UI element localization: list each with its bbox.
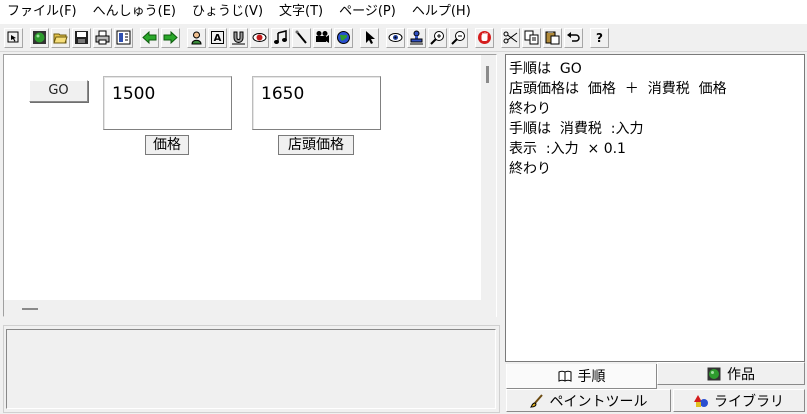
layout-button[interactable] bbox=[114, 27, 133, 48]
undo-button[interactable] bbox=[564, 27, 583, 48]
message-area[interactable] bbox=[6, 329, 496, 409]
tab-works[interactable]: 作品 bbox=[657, 362, 805, 385]
menu-file[interactable]: ファイル(F) bbox=[0, 0, 85, 24]
magnet-button[interactable] bbox=[229, 27, 248, 48]
tab-library[interactable]: ライブラリ bbox=[673, 389, 805, 412]
copy-button[interactable] bbox=[522, 27, 541, 48]
code-line: 表示 :入力 × 0.1 bbox=[509, 141, 626, 157]
works-icon bbox=[707, 367, 721, 380]
undo-icon bbox=[567, 32, 580, 42]
eye-button[interactable] bbox=[386, 27, 405, 48]
text-box-button[interactable]: A bbox=[208, 27, 227, 48]
tab-works-label: 作品 bbox=[727, 366, 755, 383]
save-button[interactable] bbox=[72, 27, 91, 48]
panel-splitter[interactable] bbox=[500, 54, 503, 414]
stamp-icon bbox=[410, 30, 423, 45]
store-price-value: 1650 bbox=[261, 84, 305, 104]
movie-button[interactable] bbox=[313, 27, 332, 48]
paste-icon bbox=[545, 31, 560, 45]
tab-paint-tool-label: ペイントツール bbox=[549, 393, 648, 410]
menu-view[interactable]: ひょうじ(V) bbox=[184, 0, 271, 24]
menu-bar: ファイル(F) へんしゅう(E) ひょうじ(V) 文字(T) ページ(P) ヘル… bbox=[0, 0, 807, 24]
select-arrow-icon bbox=[366, 31, 375, 44]
code-line: 店頭価格は 価格 ＋ 消費税 価格 bbox=[509, 81, 727, 97]
procedure-editor[interactable]: 手順は GO 店頭価格は 価格 ＋ 消費税 価格 終わり 手順は 消費税 :入力… bbox=[505, 54, 805, 362]
globe-button[interactable] bbox=[334, 27, 353, 48]
price-value: 1500 bbox=[112, 84, 156, 104]
open-button[interactable] bbox=[51, 27, 70, 48]
forward-arrow-icon bbox=[163, 30, 178, 45]
zoom-in-icon bbox=[430, 31, 444, 45]
globe-icon bbox=[337, 31, 350, 44]
go-button[interactable]: GO bbox=[29, 80, 88, 102]
print-icon bbox=[95, 30, 110, 45]
code-line: 終わり bbox=[509, 161, 551, 177]
forward-button[interactable] bbox=[161, 27, 180, 48]
book-icon bbox=[558, 370, 571, 382]
zoom-out-icon bbox=[451, 31, 465, 45]
vertical-scrollbar-thumb[interactable] bbox=[486, 66, 489, 83]
zoom-out-button[interactable] bbox=[449, 27, 468, 48]
character-button[interactable] bbox=[187, 27, 206, 48]
pointer-mode-button[interactable] bbox=[4, 27, 23, 48]
stamp-button[interactable] bbox=[407, 27, 426, 48]
eye-lens-button[interactable] bbox=[250, 27, 269, 48]
save-icon bbox=[75, 31, 88, 44]
horizontal-scrollbar-thumb[interactable] bbox=[22, 308, 38, 310]
tab-procedure[interactable]: 手順 bbox=[506, 364, 657, 389]
toolbar: A ? bbox=[0, 24, 807, 52]
tab-library-label: ライブラリ bbox=[714, 393, 784, 410]
magnet-icon bbox=[232, 31, 245, 45]
new-work-icon bbox=[33, 31, 46, 44]
pointer-mode-icon bbox=[7, 31, 19, 43]
pen-button[interactable] bbox=[292, 27, 311, 48]
menu-help[interactable]: ヘルプ(H) bbox=[404, 0, 479, 24]
music-note-icon bbox=[274, 30, 287, 44]
zoom-in-button[interactable] bbox=[428, 27, 447, 48]
cut-icon bbox=[503, 31, 518, 44]
code-line: 手順は GO bbox=[509, 61, 582, 77]
help-icon: ? bbox=[596, 30, 603, 45]
tab-procedure-label: 手順 bbox=[577, 369, 606, 385]
menu-text[interactable]: 文字(T) bbox=[271, 0, 331, 24]
stop-hand-icon bbox=[478, 31, 491, 44]
menu-edit[interactable]: へんしゅう(E) bbox=[85, 0, 184, 24]
help-button[interactable]: ? bbox=[590, 27, 609, 48]
cut-button[interactable] bbox=[501, 27, 520, 48]
copy-icon bbox=[524, 30, 539, 45]
price-label: 価格 bbox=[145, 135, 189, 155]
open-folder-icon bbox=[53, 33, 68, 44]
vertical-scrollbar[interactable] bbox=[481, 55, 496, 317]
tab-paint-tool[interactable]: ペイントツール bbox=[506, 389, 671, 412]
back-button[interactable] bbox=[140, 27, 159, 48]
back-arrow-icon bbox=[142, 30, 157, 45]
paste-button[interactable] bbox=[543, 27, 562, 48]
text-box-icon: A bbox=[211, 31, 224, 44]
new-work-button[interactable] bbox=[30, 27, 49, 48]
select-arrow-button[interactable] bbox=[360, 27, 379, 48]
movie-camera-icon bbox=[316, 31, 329, 43]
menu-page[interactable]: ページ(P) bbox=[331, 0, 404, 24]
stop-button[interactable] bbox=[475, 27, 494, 48]
store-price-field[interactable]: 1650 bbox=[252, 76, 381, 130]
code-line: 終わり bbox=[509, 101, 551, 117]
character-icon bbox=[191, 31, 202, 45]
pen-icon bbox=[295, 30, 307, 44]
music-button[interactable] bbox=[271, 27, 290, 48]
code-line: 手順は 消費税 :入力 bbox=[509, 121, 644, 137]
eye-lens-icon bbox=[252, 33, 267, 42]
print-button[interactable] bbox=[93, 27, 112, 48]
paint-brush-icon bbox=[529, 393, 543, 408]
shapes-icon bbox=[694, 394, 708, 407]
store-price-label: 店頭価格 bbox=[278, 135, 354, 155]
horizontal-scrollbar[interactable] bbox=[4, 300, 481, 317]
layout-icon bbox=[116, 30, 131, 45]
price-field[interactable]: 1500 bbox=[103, 76, 232, 130]
eye-icon bbox=[388, 33, 403, 42]
